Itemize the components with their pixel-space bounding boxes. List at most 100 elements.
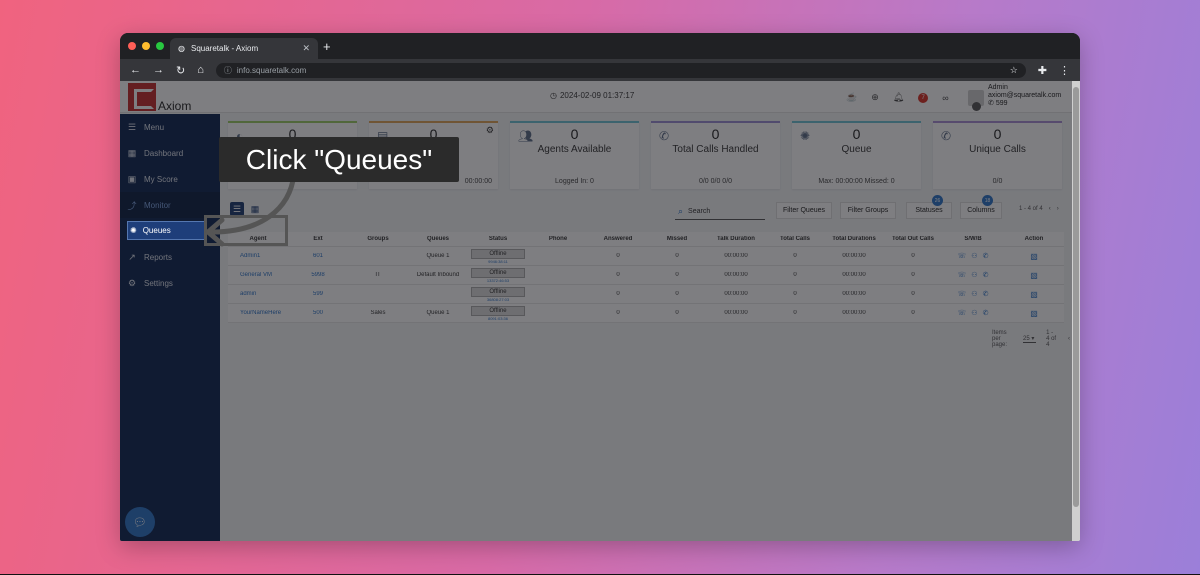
items-per-page-select[interactable]: 25 ▾ <box>1023 335 1037 343</box>
status-badge[interactable]: Offline <box>471 248 525 259</box>
column-header[interactable]: Answered <box>588 236 648 242</box>
forward-icon[interactable]: → <box>153 64 164 76</box>
agent-name[interactable]: General VM <box>228 272 288 278</box>
column-header[interactable]: Groups <box>348 236 408 242</box>
agent-ext[interactable]: 5998 <box>288 272 348 278</box>
scrollbar-thumb[interactable] <box>1073 87 1079 507</box>
extensions-icon[interactable]: ✚ <box>1038 64 1047 77</box>
spy-icon[interactable]: ☏ <box>958 290 967 298</box>
spy-icon[interactable]: ☏ <box>958 309 967 317</box>
column-header[interactable]: Missed <box>648 236 706 242</box>
barge-icon[interactable]: ✆ <box>983 271 989 279</box>
settings-small-icon[interactable]: ⚙ <box>486 125 494 136</box>
agent-ext[interactable]: 599 <box>288 291 348 297</box>
chevron-left-icon[interactable]: ‹ <box>1049 206 1051 212</box>
whisper-icon[interactable]: ⚇ <box>971 309 977 317</box>
browser-tab[interactable]: ◍ Squaretalk - Axiom ✕ <box>170 38 318 59</box>
filter-queues-button[interactable]: Filter Queues <box>776 202 832 219</box>
minimize-window-button[interactable] <box>142 42 150 50</box>
agent-name[interactable]: YourNameHere <box>228 310 288 316</box>
sidebar-item-settings[interactable]: ⚙ Settings <box>120 270 220 296</box>
reports-icon: ↗ <box>128 251 136 262</box>
column-header[interactable]: Action <box>1004 236 1064 242</box>
chat-icon[interactable]: 💬︎ <box>125 507 155 537</box>
bell-icon[interactable]: 🔔︎ <box>893 92 904 103</box>
column-header[interactable]: Queues <box>408 236 468 242</box>
phone-icon: ✆ <box>988 100 994 107</box>
maximize-window-button[interactable] <box>156 42 164 50</box>
columns-button[interactable]: Columns 18 <box>960 195 1002 219</box>
dashboard-icon: ▦ <box>127 147 137 158</box>
whisper-icon[interactable]: ⚇ <box>971 252 977 260</box>
back-icon[interactable]: ← <box>130 64 141 76</box>
agent-status: Offline 13372:46:53 <box>468 267 528 283</box>
caret-down-icon: ▾ <box>1031 336 1035 342</box>
agent-total-calls: 0 <box>793 291 797 297</box>
home-icon[interactable]: ⌂ <box>197 64 204 76</box>
user-menu[interactable]: Admin axiom@squaretalk.com ✆ 599 <box>968 84 1061 111</box>
column-header[interactable]: Total Calls <box>766 236 824 242</box>
sidebar-item-dashboard[interactable]: ▦ Dashboard <box>120 140 220 166</box>
spy-icon[interactable]: ☏ <box>958 252 967 260</box>
agent-ext[interactable]: 500 <box>288 310 348 316</box>
logout-agent-icon[interactable]: ▧ <box>1030 252 1038 261</box>
voicemail-icon[interactable]: ∞ <box>942 93 948 103</box>
column-header[interactable]: Talk Duration <box>706 236 766 242</box>
page-scrollbar[interactable] <box>1072 81 1080 541</box>
status-badge[interactable]: Offline <box>471 305 525 316</box>
pager-bottom: Items per page: 25 ▾ 1 - 4 of 4 ‹ › <box>992 330 1080 348</box>
column-header[interactable]: Status <box>468 236 528 242</box>
notification-badge[interactable]: 7 <box>918 92 929 103</box>
address-input[interactable]: ⓘ info.squaretalk.com ☆ <box>215 62 1026 78</box>
agent-total-durations: 00:00:00 <box>842 272 866 278</box>
sidebar-item-menu[interactable]: ☰ Menu <box>120 114 220 140</box>
agent-ext[interactable]: 601 <box>288 253 348 259</box>
column-header[interactable]: S/W/B <box>942 236 1004 242</box>
status-badge[interactable]: Offline <box>471 286 525 297</box>
whisper-icon[interactable]: ⚇ <box>971 290 977 298</box>
stat-title: Agents Available <box>537 144 612 155</box>
reload-icon[interactable]: ↻ <box>176 64 185 77</box>
logo-text: Axiom <box>158 99 192 113</box>
logo-mark <box>128 83 156 111</box>
barge-icon[interactable]: ✆ <box>983 309 989 317</box>
agent-missed: 0 <box>675 272 679 278</box>
agents-table: Agent Ext Groups Queues Status Phone Ans… <box>228 232 1064 323</box>
sidebar-item-label: Monitor <box>144 200 171 210</box>
column-header[interactable]: Phone <box>528 236 588 242</box>
filter-groups-button[interactable]: Filter Groups <box>840 202 896 219</box>
search-input[interactable]: ⌕ Search <box>675 204 765 220</box>
chevron-left-icon[interactable]: ‹ <box>1068 336 1070 342</box>
new-tab-button[interactable]: + <box>323 39 331 54</box>
status-badge[interactable]: Offline <box>471 267 525 278</box>
logout-agent-icon[interactable]: ▧ <box>1030 271 1038 280</box>
site-info-icon[interactable]: ⓘ <box>224 65 232 76</box>
barge-icon[interactable]: ✆ <box>983 252 989 260</box>
close-tab-icon[interactable]: ✕ <box>302 43 310 54</box>
swb-actions: ☏ ⚇ ✆ <box>942 290 1004 298</box>
url-bar: ← → ↻ ⌂ ⓘ info.squaretalk.com ☆ ✚ ⋮ <box>120 59 1080 81</box>
logout-agent-icon[interactable]: ▧ <box>1030 290 1038 299</box>
status-duration: 13372:46:53 <box>486 277 510 283</box>
stat-title: Unique Calls <box>969 144 1026 155</box>
close-window-button[interactable] <box>128 42 136 50</box>
whisper-icon[interactable]: ⚇ <box>971 271 977 279</box>
agent-name[interactable]: Admin1 <box>228 253 288 259</box>
browser-menu-icon[interactable]: ⋮ <box>1059 64 1070 77</box>
barge-icon[interactable]: ✆ <box>983 290 989 298</box>
logout-agent-icon[interactable]: ▧ <box>1030 309 1038 318</box>
agent-name[interactable]: admin <box>228 291 288 297</box>
axiom-logo[interactable]: Axiom <box>128 83 192 113</box>
chevron-right-icon[interactable]: › <box>1057 206 1059 212</box>
bookmark-star-icon[interactable]: ☆ <box>1010 65 1018 76</box>
column-header[interactable]: Total Out Calls <box>884 236 942 242</box>
agent-talk-duration: 00:00:00 <box>724 253 748 259</box>
column-header[interactable]: Total Durations <box>824 236 884 242</box>
add-circle-icon[interactable]: ⊕ <box>871 92 879 103</box>
sidebar-item-label: Settings <box>144 278 173 288</box>
coffee-break-icon[interactable]: ☕ <box>846 92 857 103</box>
queue-icon: ✺ <box>800 129 811 143</box>
agent-total-calls: 0 <box>793 310 797 316</box>
statuses-button[interactable]: Statuses 26 <box>906 195 952 219</box>
spy-icon[interactable]: ☏ <box>958 271 967 279</box>
